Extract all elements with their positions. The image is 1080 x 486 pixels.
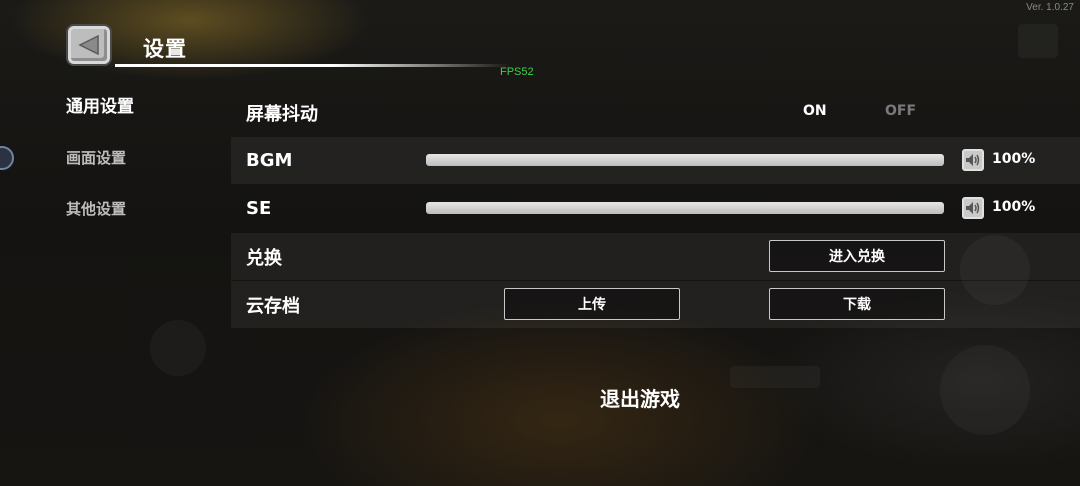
download-button[interactable]: 下载: [769, 288, 945, 320]
speaker-icon: [966, 154, 980, 166]
category-menu: 通用设置 画面设置 其他设置: [66, 96, 206, 249]
settings-panel: 屏幕抖动 ON OFF BGM 100% SE 100% 兑换 进入兑换 云存档…: [231, 89, 1080, 329]
category-graphics[interactable]: 画面设置: [66, 147, 206, 198]
category-general[interactable]: 通用设置: [66, 96, 206, 147]
upload-button[interactable]: 上传: [504, 288, 680, 320]
speaker-icon: [966, 202, 980, 214]
se-volume-value: 100%: [992, 199, 1036, 215]
back-arrow-icon: [78, 35, 99, 55]
background-blob: [940, 345, 1030, 435]
enter-redeem-button[interactable]: 进入兑换: [769, 240, 945, 272]
exit-game-button[interactable]: 退出游戏: [580, 382, 700, 412]
background-panel: [1018, 24, 1058, 58]
side-badge-icon[interactable]: [0, 146, 14, 170]
setting-row-bgm: BGM 100%: [231, 137, 1080, 184]
setting-row-redeem: 兑换 进入兑换: [231, 233, 1080, 280]
cloud-save-label: 云存档: [246, 295, 300, 317]
se-label: SE: [246, 198, 272, 219]
version-label: Ver. 1.0.27: [1026, 2, 1074, 13]
screen-shake-label: 屏幕抖动: [246, 103, 318, 125]
bgm-volume-value: 100%: [992, 151, 1036, 167]
setting-row-screen-shake: 屏幕抖动 ON OFF: [231, 89, 1080, 136]
background-panel: [730, 366, 820, 388]
category-other[interactable]: 其他设置: [66, 198, 206, 249]
fps-counter: FPS52: [500, 66, 534, 78]
bgm-label: BGM: [246, 150, 293, 171]
redeem-label: 兑换: [246, 247, 282, 269]
background-blob: [150, 320, 206, 376]
bgm-volume-slider[interactable]: [426, 154, 944, 166]
back-button[interactable]: [68, 26, 110, 64]
bgm-speaker-button[interactable]: [962, 149, 984, 171]
se-speaker-button[interactable]: [962, 197, 984, 219]
setting-row-cloud-save: 云存档 上传 下载: [231, 281, 1080, 328]
bgm-slider-fill: [426, 154, 944, 166]
screen-shake-off-toggle[interactable]: OFF: [885, 103, 916, 119]
title-underline: [115, 64, 510, 67]
screen-shake-on-toggle[interactable]: ON: [803, 103, 827, 119]
se-slider-fill: [426, 202, 944, 214]
se-volume-slider[interactable]: [426, 202, 944, 214]
setting-row-se: SE 100%: [231, 185, 1080, 232]
page-title: 设置: [143, 37, 187, 61]
